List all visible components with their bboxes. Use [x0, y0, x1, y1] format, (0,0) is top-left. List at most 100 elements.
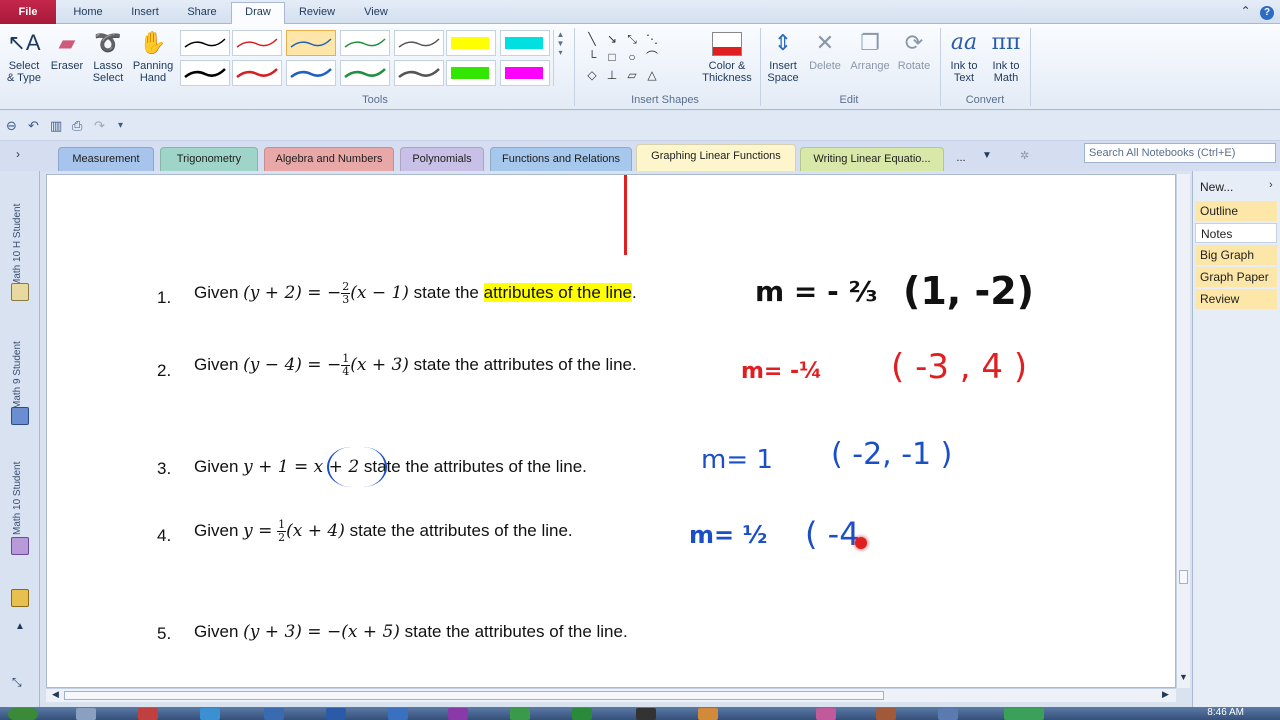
question-3[interactable]: Given y + 1 = x + 2 state the attributes…: [194, 457, 587, 477]
dock-icon[interactable]: ▥: [50, 118, 62, 134]
axis-shape-icon[interactable]: └: [584, 49, 600, 65]
pen-swatch[interactable]: [286, 30, 336, 56]
undo-icon[interactable]: ↶: [28, 118, 39, 134]
page-review[interactable]: Review: [1195, 289, 1277, 309]
start-button[interactable]: [8, 708, 38, 720]
scroll-right-icon[interactable]: ▶: [1162, 689, 1169, 700]
horizontal-scrollbar[interactable]: ◀ ▶: [46, 688, 1176, 702]
pen-swatch[interactable]: [340, 60, 390, 86]
insert-space-button[interactable]: ⇕ Insert Space: [764, 28, 802, 84]
select-type-button[interactable]: ↖A Select & Type: [4, 28, 44, 84]
nav-more-icon[interactable]: ▲: [15, 621, 25, 632]
tab-draw[interactable]: Draw: [231, 2, 285, 25]
taskbar-app-icon[interactable]: [876, 708, 896, 720]
notebook-icon[interactable]: [11, 537, 29, 555]
notebook-math10[interactable]: Math 10 Student: [12, 443, 23, 535]
pen-swatch[interactable]: [232, 60, 282, 86]
panning-hand-button[interactable]: ✋ Panning Hand: [130, 28, 176, 84]
notebook-math9[interactable]: Math 9 Student: [12, 319, 23, 409]
customize-qat-icon[interactable]: ▾: [118, 120, 123, 131]
question-4[interactable]: Given y = 1 2 (x + 4) state the attributes…: [194, 519, 573, 544]
section-functions-relations[interactable]: Functions and Relations: [490, 147, 632, 171]
expand-icon[interactable]: ⤡: [12, 675, 22, 690]
pen-swatch[interactable]: [180, 60, 230, 86]
parallelogram-shape-icon[interactable]: ▱: [624, 67, 640, 83]
page-notes[interactable]: Notes: [1195, 223, 1277, 243]
page-big-graph[interactable]: Big Graph: [1195, 245, 1277, 265]
page-graph-paper[interactable]: Graph Paper: [1195, 267, 1277, 287]
gallery-scroll[interactable]: ▲ ▼ ▾: [553, 30, 567, 86]
section-graphing-linear-functions[interactable]: Graphing Linear Functions: [636, 144, 796, 171]
taskbar-app-icon[interactable]: [1004, 708, 1044, 720]
new-section-icon[interactable]: ✲: [1020, 149, 1029, 162]
diamond-shape-icon[interactable]: ◇: [584, 67, 600, 83]
notebook-open-icon[interactable]: [11, 283, 29, 301]
word-icon[interactable]: [326, 708, 346, 720]
ellipse-shape-icon[interactable]: ○: [624, 49, 640, 65]
pen-swatch[interactable]: [394, 60, 444, 86]
notebook-math10h[interactable]: Math 10 H Student: [12, 177, 23, 287]
excel-icon[interactable]: [572, 708, 592, 720]
ink-to-text-button[interactable]: aa Ink to Text: [944, 28, 984, 84]
redo-icon[interactable]: ↷: [94, 118, 105, 134]
pen-swatch[interactable]: [394, 30, 444, 56]
scroll-thumb[interactable]: [64, 691, 884, 700]
search-input[interactable]: Search All Notebooks (Ctrl+E): [1084, 143, 1276, 163]
scroll-thumb[interactable]: [1179, 570, 1188, 584]
tab-insert[interactable]: Insert: [126, 4, 164, 24]
tab-share[interactable]: Share: [184, 4, 220, 24]
note-page[interactable]: 1. Given (y + 2) = −2 3 (x − 1) state the …: [46, 174, 1176, 688]
question-1[interactable]: Given (y + 2) = −2 3 (x − 1) state the att…: [194, 281, 637, 306]
taskbar-app-icon[interactable]: [938, 708, 958, 720]
taskbar-app-icon[interactable]: [264, 708, 284, 720]
pen-swatch[interactable]: [286, 60, 336, 86]
graph-shape-icon[interactable]: ⊥: [604, 67, 620, 83]
section-trigonometry[interactable]: Trigonometry: [160, 147, 258, 171]
taskbar-app-icon[interactable]: [636, 708, 656, 720]
arrange-button[interactable]: ❐ Arrange: [848, 28, 892, 72]
line-shape-icon[interactable]: ╲: [584, 31, 600, 47]
lasso-select-button[interactable]: ➰ Lasso Select: [88, 28, 128, 84]
taskbar-app-icon[interactable]: [200, 708, 220, 720]
back-icon[interactable]: ⊖: [6, 118, 17, 134]
taskbar-app-icon[interactable]: [76, 708, 96, 720]
question-2[interactable]: Given (y − 4) = −1 4 (x + 3) state the att…: [194, 353, 637, 378]
section-algebra-numbers[interactable]: Algebra and Numbers: [264, 147, 394, 171]
taskbar-app-icon[interactable]: [388, 708, 408, 720]
print-icon[interactable]: ⎙: [72, 118, 82, 134]
page-outline[interactable]: Outline: [1195, 201, 1277, 221]
taskbar-app-icon[interactable]: [816, 708, 836, 720]
notebook-icon[interactable]: [11, 407, 29, 425]
scroll-down-icon[interactable]: ▼: [1179, 672, 1188, 682]
rectangle-shape-icon[interactable]: □: [604, 49, 620, 65]
vertical-scrollbar[interactable]: ▼: [1176, 174, 1190, 688]
color-thickness-button[interactable]: Color & Thickness: [700, 28, 754, 84]
ink-to-math-button[interactable]: ππ Ink to Math: [986, 28, 1026, 84]
rotate-button[interactable]: ⟳ Rotate: [894, 28, 934, 72]
question-5[interactable]: Given (y + 3) = −(x + 5) state the attri…: [194, 622, 628, 642]
section-dropdown-icon[interactable]: ▼: [982, 150, 992, 161]
collapse-pane-icon[interactable]: ›: [1269, 179, 1273, 191]
file-tab[interactable]: File: [0, 0, 56, 24]
section-measurement[interactable]: Measurement: [58, 147, 154, 171]
triangle-shape-icon[interactable]: △: [644, 67, 660, 83]
delete-button[interactable]: ✕ Delete: [806, 28, 844, 72]
taskbar-app-icon[interactable]: [698, 708, 718, 720]
scroll-left-icon[interactable]: ◀: [52, 689, 59, 700]
minimize-ribbon-icon[interactable]: ⌃: [1241, 4, 1251, 18]
section-more[interactable]: ...: [948, 147, 974, 171]
tab-view[interactable]: View: [359, 4, 393, 24]
pen-swatch[interactable]: [446, 60, 496, 86]
pen-swatch[interactable]: [180, 30, 230, 56]
arrow-shape-icon[interactable]: ↘: [604, 31, 620, 47]
taskbar-app-icon[interactable]: [510, 708, 530, 720]
dashed-line-shape-icon[interactable]: ⋱: [644, 31, 660, 47]
tab-review[interactable]: Review: [296, 4, 338, 24]
unfiled-notes-icon[interactable]: [11, 589, 29, 607]
curve-shape-icon[interactable]: ⌒: [644, 49, 660, 65]
onenote-icon[interactable]: [448, 708, 468, 720]
section-writing-linear-equations[interactable]: Writing Linear Equatio...: [800, 147, 944, 171]
new-page-button[interactable]: New...: [1195, 177, 1277, 197]
pen-swatch[interactable]: [340, 30, 390, 56]
section-polynomials[interactable]: Polynomials: [400, 147, 484, 171]
